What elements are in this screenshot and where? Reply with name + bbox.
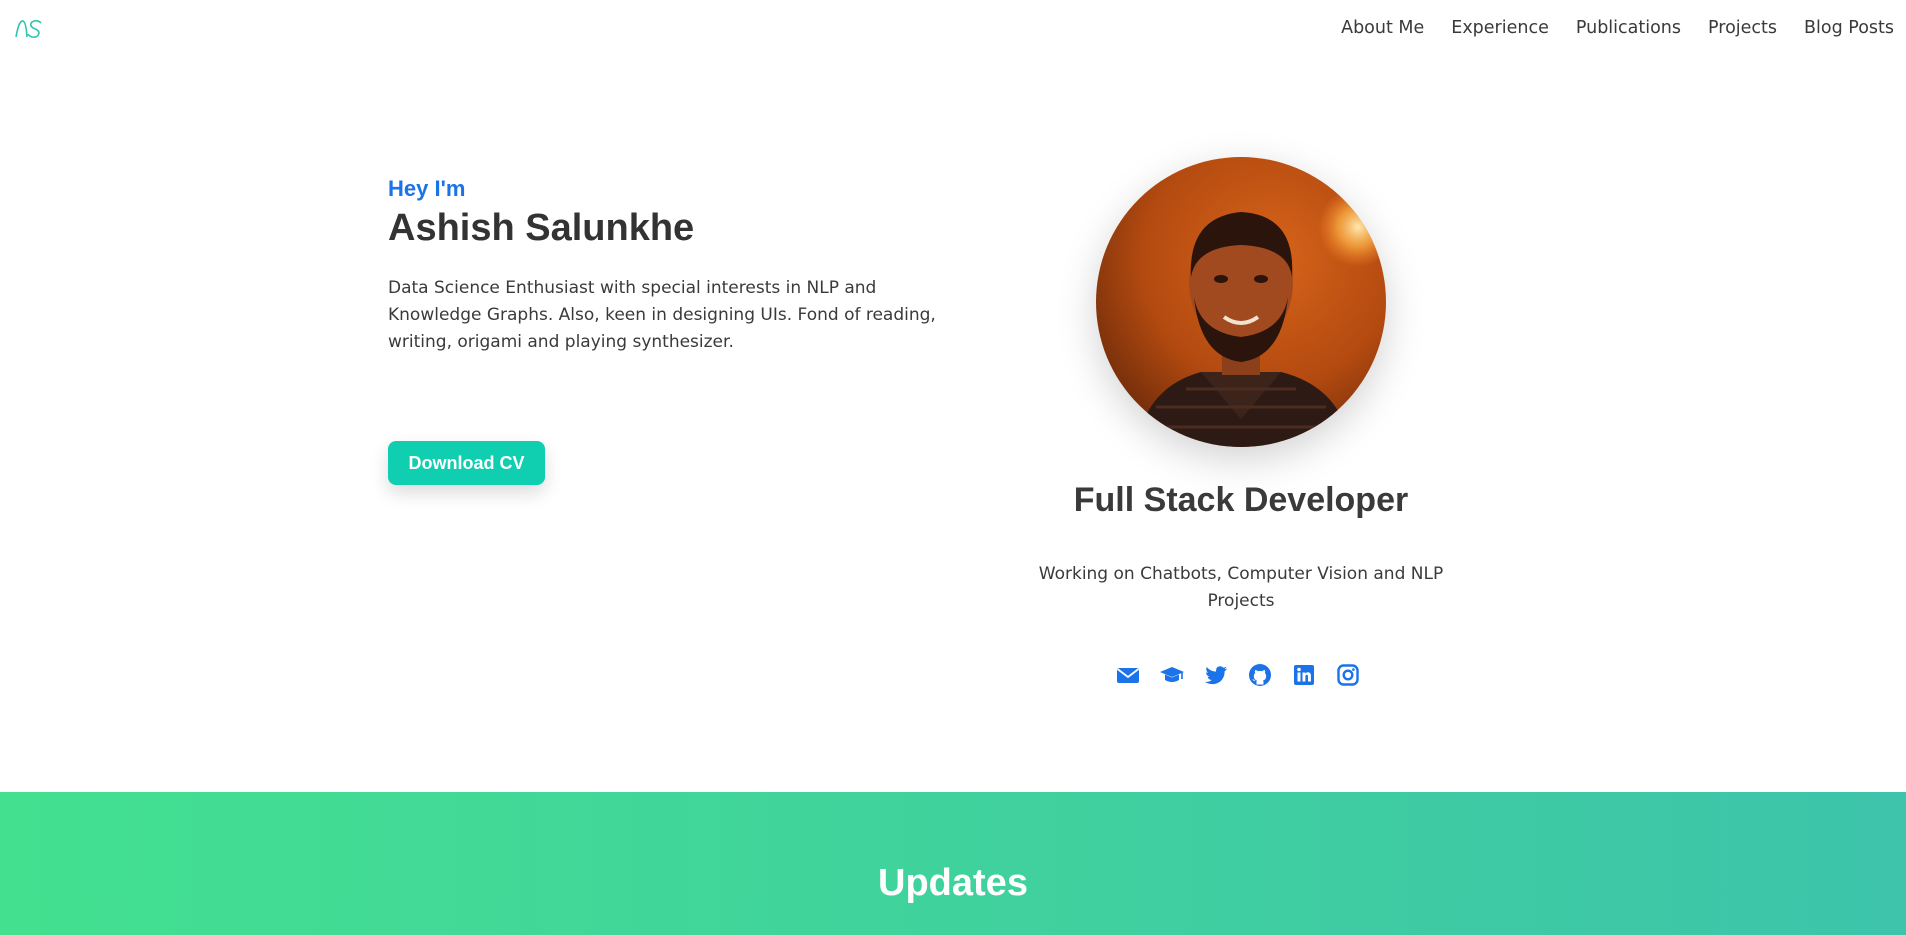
linkedin-icon[interactable] [1291, 662, 1317, 688]
hero-bio: Data Science Enthusiast with special int… [388, 278, 936, 352]
role-description: Working on Chatbots, Computer Vision and… [1038, 564, 1444, 611]
hero-name: Ashish Salunkhe [388, 207, 695, 249]
nav-about-me[interactable]: About Me [1341, 18, 1424, 38]
nav-experience[interactable]: Experience [1451, 18, 1549, 38]
nav-blog-posts[interactable]: Blog Posts [1804, 18, 1894, 38]
envelope-icon[interactable] [1115, 662, 1141, 688]
logo-icon [15, 19, 42, 38]
instagram-icon[interactable] [1335, 662, 1361, 688]
updates-section: Updates [0, 792, 1906, 935]
role-title: Full Stack Developer [1073, 481, 1409, 519]
logo[interactable] [14, 18, 44, 40]
hero-intro: Hey I'm Ashish Salunkhe Data Science Ent… [388, 175, 958, 356]
github-icon[interactable] [1247, 662, 1273, 688]
updates-title: Updates [878, 862, 1028, 904]
download-cv-button[interactable]: Download CV [388, 441, 545, 485]
nav-publications[interactable]: Publications [1576, 18, 1681, 38]
navbar: About Me Experience Publications Project… [0, 0, 1906, 60]
nav-projects[interactable]: Projects [1708, 18, 1777, 38]
nav-links: About Me Experience Publications Project… [1341, 18, 1894, 38]
greeting: Hey I'm [388, 176, 466, 201]
graduation-cap-icon[interactable] [1159, 662, 1185, 688]
social-links [1115, 662, 1361, 688]
twitter-icon[interactable] [1203, 662, 1229, 688]
profile-photo [1096, 157, 1386, 447]
avatar [1096, 157, 1386, 447]
